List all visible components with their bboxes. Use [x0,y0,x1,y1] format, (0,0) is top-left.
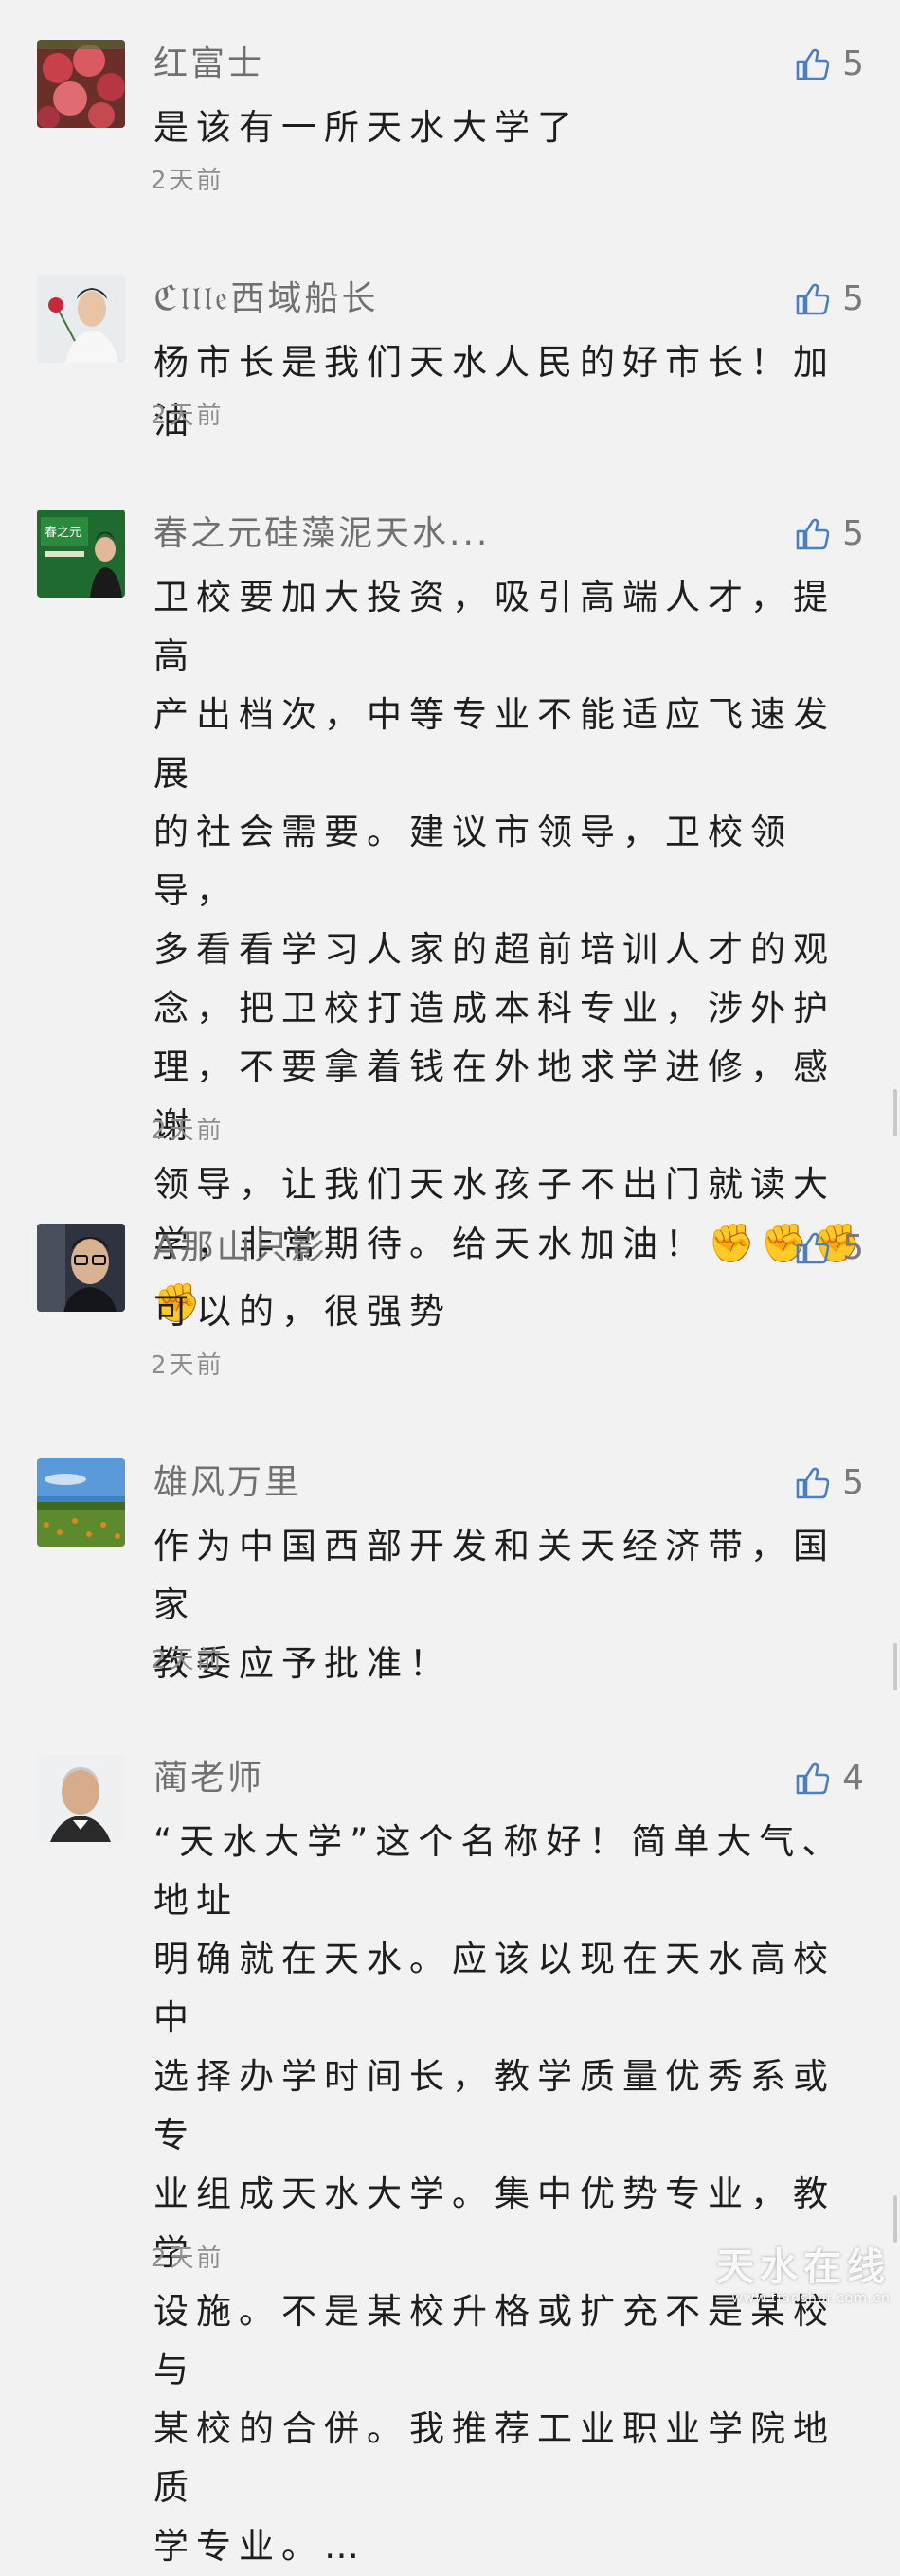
man-with-rose-avatar [37,275,125,363]
like-button[interactable]: 5 [795,513,864,555]
scrollbar-thumb[interactable] [893,1643,897,1690]
like-button[interactable]: 4 [795,1758,864,1799]
nickname[interactable]: ℭ𝔩𝔩𝔩𝔢西域船长 [153,278,378,320]
avatar[interactable] [37,1224,125,1312]
like-button[interactable]: 5 [795,278,864,320]
scrollbar-thumb[interactable] [893,2195,897,2243]
nickname[interactable]: 红富士 [153,44,264,85]
like-count: 5 [842,1228,864,1267]
like-count: 5 [842,279,864,318]
comment-text: 杨市长是我们天水人民的好市长！加油 [153,342,836,441]
thumbs-up-icon [795,517,829,551]
comment-text: 卫校要加大投资，吸引高端人才，提高 产出档次，中等专业不能适应飞速发展 的社会需… [153,568,873,1333]
older-man-avatar [37,1754,125,1842]
nickname[interactable]: 春之元硅藻泥天水... [153,513,490,555]
like-count: 5 [842,45,864,83]
avatar[interactable]: 春之元 [37,510,125,598]
thumbs-up-icon [795,1231,829,1265]
comment-text: “天水大学”这个名称好！简单大气、地址 明确就在天水。应该以现在天水高校中 选择… [153,1821,845,2567]
site-watermark: 天水在线 www.tianshui.com.cn [716,2236,891,2306]
apples-photo-avatar [37,40,125,128]
man-with-glasses-avatar [37,1224,125,1312]
nickname[interactable]: 雄风万里 [153,1462,301,1504]
like-count: 4 [842,1759,864,1798]
like-button[interactable]: 5 [795,44,864,85]
thumbs-up-icon [795,47,829,81]
comment-time: 2天前 [151,2245,225,2273]
like-button[interactable]: 5 [795,1227,864,1269]
comment-time: 2天前 [151,1646,225,1674]
like-count: 5 [842,1463,864,1502]
avatar[interactable] [37,275,125,363]
watermark-url: www.tianshui.com.cn [731,2291,891,2306]
comment-body: 卫校要加大投资，吸引高端人才，提高 产出档次，中等专业不能适应飞速发展 的社会需… [153,577,836,1264]
like-button[interactable]: 5 [795,1462,864,1504]
avatar[interactable] [37,1458,125,1547]
watermark-text: 天水在线 [716,2245,891,2289]
thumbs-up-icon [795,1762,829,1796]
green-brand-avatar: 春之元 [37,510,125,598]
thumbs-up-icon [795,282,829,316]
comment-text: 是该有一所天水大学了 [153,107,580,148]
avatar[interactable] [37,40,125,128]
nickname[interactable]: 蔺老师 [153,1758,264,1799]
comment-text: 可以的，很强势 [153,1291,452,1332]
comment-time: 2天前 [151,402,225,430]
field-landscape-avatar [37,1458,125,1547]
scrollbar-thumb[interactable] [893,1089,897,1136]
like-count: 5 [842,514,864,553]
nickname[interactable]: A那山只影 [153,1227,328,1269]
comment-text: 作为中国西部开发和关天经济带，国家 教委应予批准！ [153,1526,836,1684]
thumbs-up-icon [795,1466,829,1500]
svg-text:春之元: 春之元 [45,526,81,540]
comment-time: 2天前 [151,1117,225,1145]
comment-time: 2天前 [151,1351,225,1380]
avatar[interactable] [37,1754,125,1842]
comment-time: 2天前 [151,167,225,195]
